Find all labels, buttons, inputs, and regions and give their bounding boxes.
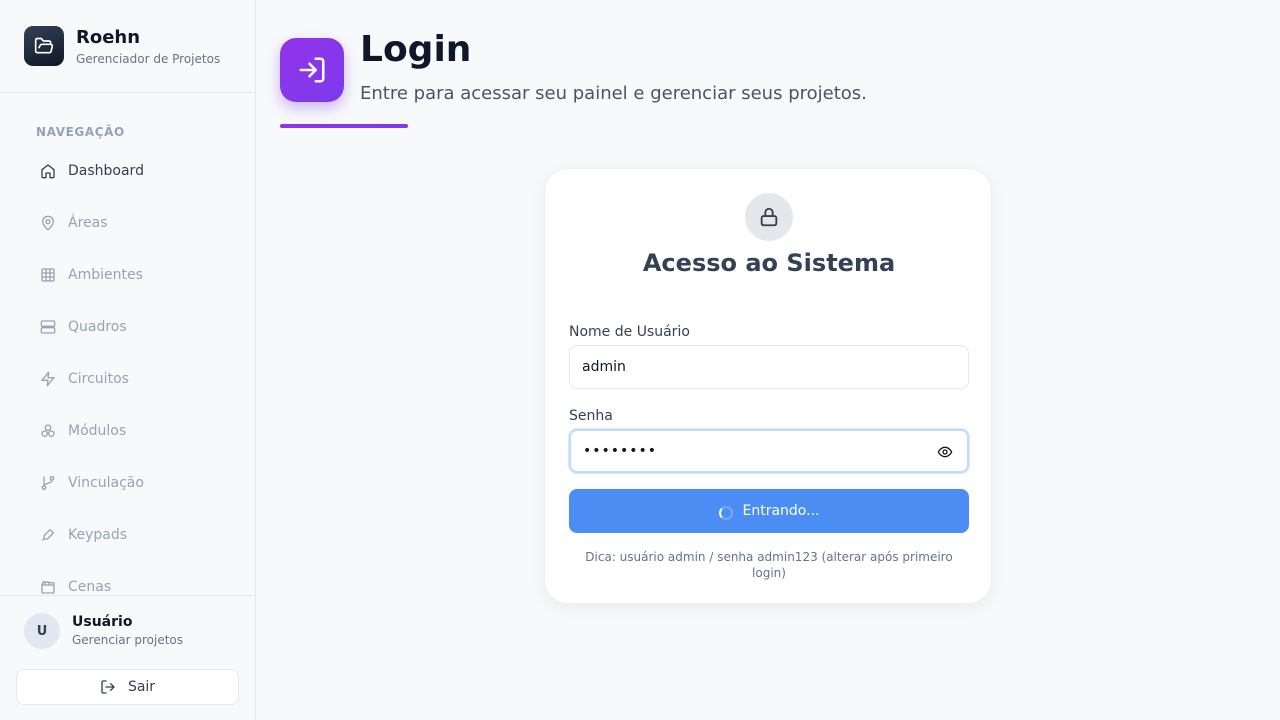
login-card: Acesso ao Sistema Nome de Usuário admin … [544, 168, 992, 604]
brand-name: Roehn [76, 27, 141, 48]
log-in-icon [280, 38, 344, 102]
brand-subtitle: Gerenciador de Projetos [76, 52, 221, 66]
log-out-icon [100, 679, 116, 695]
brand-header: Roehn Gerenciador de Projetos [0, 0, 255, 93]
modules-icon [40, 423, 56, 439]
sidebar-item-cenas[interactable]: Cenas [24, 567, 232, 595]
clapperboard-icon [40, 579, 56, 595]
nav-section-title: NAVEGAÇÃO [36, 125, 125, 139]
sidebar: Roehn Gerenciador de Projetos NAVEGAÇÃO … [0, 0, 256, 720]
sidebar-item-keypads[interactable]: Keypads [24, 515, 232, 555]
sidebar-item-label: Ambientes [68, 267, 143, 283]
sidebar-item-circuitos[interactable]: Circuitos [24, 359, 232, 399]
keypad-icon [40, 527, 56, 543]
sidebar-item-label: Cenas [68, 579, 112, 595]
submit-label: Entrando... [742, 503, 820, 519]
page-subtitle: Entre para acessar seu painel e gerencia… [360, 83, 867, 104]
home-icon [40, 163, 56, 179]
zap-icon [40, 371, 56, 387]
server-icon [40, 319, 56, 335]
password-input[interactable]: •••••••• [569, 429, 969, 473]
password-label: Senha [569, 408, 613, 424]
spinner-icon [718, 506, 733, 520]
map-pin-icon [40, 215, 56, 231]
user-panel: U Usuário Gerenciar projetos Sair [0, 595, 255, 720]
sidebar-item-label: Keypads [68, 527, 128, 543]
lock-icon [745, 193, 793, 241]
avatar: U [24, 613, 60, 649]
sidebar-item-dashboard[interactable]: Dashboard [24, 151, 232, 191]
user-subtitle: Gerenciar projetos [72, 633, 184, 647]
sidebar-item-label: Vinculação [68, 475, 144, 491]
user-name: Usuário [72, 614, 133, 630]
eye-icon[interactable] [937, 444, 953, 460]
login-card-title: Acesso ao Sistema [642, 249, 896, 277]
sidebar-nav: NAVEGAÇÃO Dashboard Áreas Ambientes Quad… [0, 94, 255, 595]
sidebar-item-label: Módulos [68, 423, 127, 439]
password-value: •••••••• [583, 443, 658, 459]
username-value: admin [582, 359, 626, 375]
sidebar-item-quadros[interactable]: Quadros [24, 307, 232, 347]
sidebar-item-label: Áreas [68, 215, 108, 231]
folder-open-icon [24, 26, 64, 66]
sidebar-item-vinculacao[interactable]: Vinculação [24, 463, 232, 503]
submit-button[interactable]: Entrando... [569, 489, 969, 533]
title-accent-bar [280, 124, 408, 128]
login-hint: Dica: usuário admin / senha admin123 (al… [585, 550, 953, 580]
username-label: Nome de Usuário [569, 324, 690, 340]
sidebar-item-ambientes[interactable]: Ambientes [24, 255, 232, 295]
sidebar-item-label: Circuitos [68, 371, 129, 387]
sidebar-item-label: Dashboard [68, 163, 144, 179]
page-title: Login [360, 29, 472, 70]
sidebar-item-areas[interactable]: Áreas [24, 203, 232, 243]
sidebar-item-modulos[interactable]: Módulos [24, 411, 232, 451]
sidebar-item-label: Quadros [68, 319, 127, 335]
git-branch-icon [40, 475, 56, 491]
logout-button[interactable]: Sair [16, 669, 239, 705]
username-input[interactable]: admin [569, 345, 969, 389]
grid-icon [40, 267, 56, 283]
logout-label: Sair [127, 679, 156, 695]
